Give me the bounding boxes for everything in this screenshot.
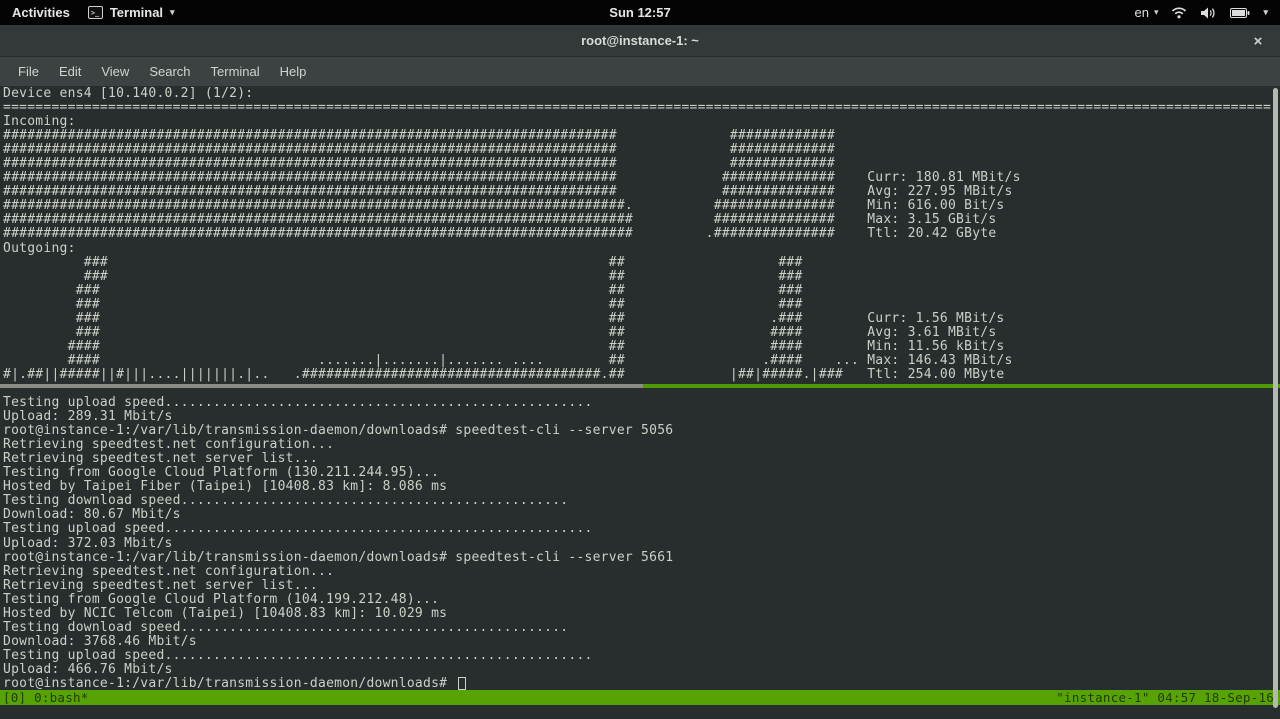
chevron-down-icon: ▾ xyxy=(170,7,175,17)
scrollbar-thumb[interactable] xyxy=(1273,88,1278,708)
nload-session-separator xyxy=(0,384,1280,388)
menu-view[interactable]: View xyxy=(91,60,139,83)
separator-gray-segment xyxy=(0,384,643,388)
app-menu-button[interactable]: >_ Terminal ▾ xyxy=(87,5,175,20)
tmux-status-bar: [0] 0:bash* "instance-1" 04:57 18-Sep-16 xyxy=(0,690,1280,705)
top-bar: Activities >_ Terminal ▾ Sun 12:57 en ▾ xyxy=(0,0,1280,25)
scrollbar[interactable] xyxy=(1272,88,1279,710)
menu-edit[interactable]: Edit xyxy=(49,60,91,83)
app-menu-label: Terminal xyxy=(109,5,164,20)
tmux-session-info: "instance-1" 04:57 18-Sep-16 xyxy=(1056,690,1274,705)
menu-search[interactable]: Search xyxy=(139,60,200,83)
terminal-viewport: Device ens4 [10.140.0.2] (1/2): ========… xyxy=(0,86,1280,719)
close-button[interactable]: × xyxy=(1246,25,1270,57)
activities-button[interactable]: Activities xyxy=(12,5,70,20)
terminal-cursor xyxy=(458,677,466,690)
keyboard-layout-indicator[interactable]: en ▾ xyxy=(1134,5,1158,20)
terminal-icon: >_ xyxy=(87,6,103,19)
window-titlebar: root@instance-1: ~ × xyxy=(0,25,1280,57)
menu-file[interactable]: File xyxy=(8,60,49,83)
menu-terminal[interactable]: Terminal xyxy=(201,60,270,83)
separator-green-segment xyxy=(643,384,1280,388)
menu-help[interactable]: Help xyxy=(270,60,317,83)
tmux-window-list[interactable]: [0] 0:bash* xyxy=(3,690,89,705)
menu-bar: File Edit View Search Terminal Help xyxy=(0,57,1280,86)
battery-icon[interactable] xyxy=(1230,7,1250,19)
keyboard-layout-label: en xyxy=(1134,5,1149,20)
volume-icon[interactable] xyxy=(1200,6,1217,20)
terminal-output[interactable]: Device ens4 [10.140.0.2] (1/2): ========… xyxy=(3,86,1271,691)
window-title: root@instance-1: ~ xyxy=(581,33,699,48)
system-menu-chevron-icon[interactable]: ▾ xyxy=(1263,7,1268,18)
chevron-down-icon: ▾ xyxy=(1153,7,1159,17)
clock[interactable]: Sun 12:57 xyxy=(609,5,670,20)
wifi-icon[interactable] xyxy=(1171,6,1187,19)
